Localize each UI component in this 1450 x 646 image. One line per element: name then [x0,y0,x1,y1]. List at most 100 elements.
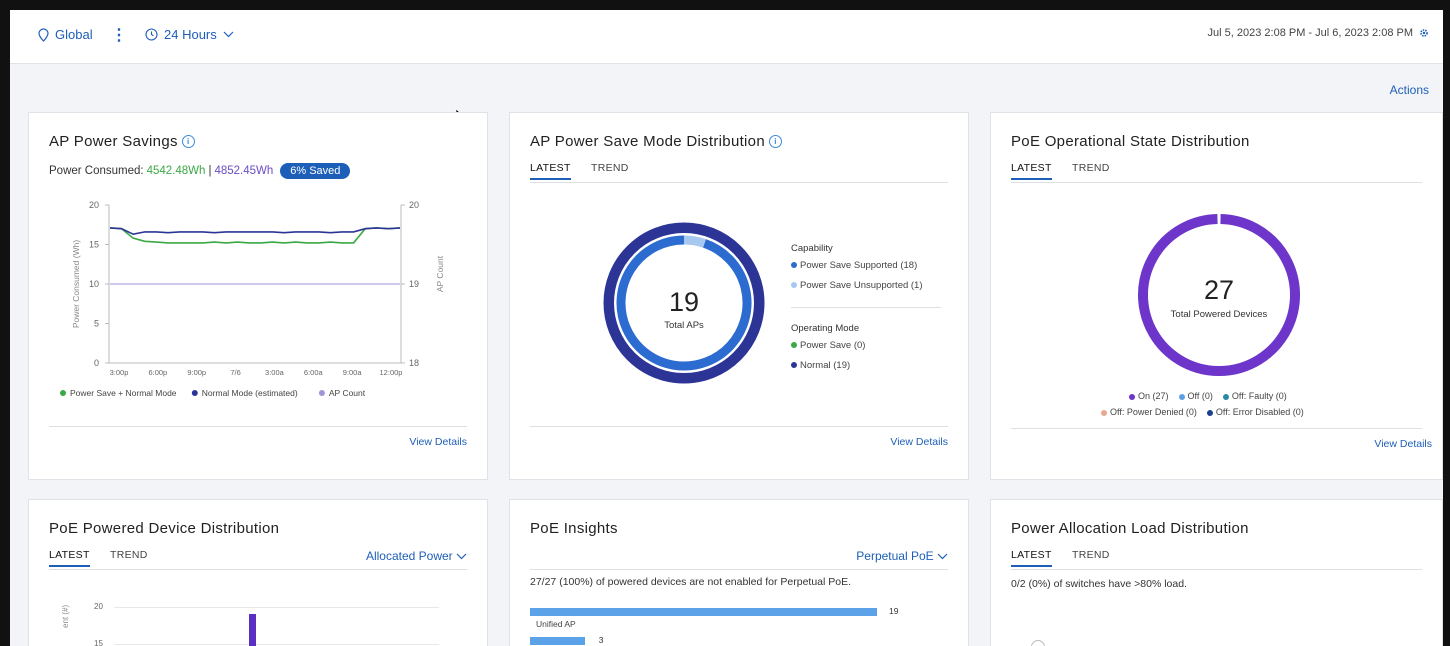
title-text: AP Power Savings [49,133,178,150]
bar-value: 19 [889,606,899,616]
poe-powered-device-card: PoE Powered Device Distribution LATEST T… [28,499,488,646]
legend-label: Off: Error Disabled (0) [1215,407,1304,417]
date-range-label: Jul 5, 2023 2:08 PM - Jul 6, 2023 2:08 P… [1207,27,1413,39]
y-tick-label: 10 [89,279,99,289]
tab-trend[interactable]: TREND [1072,549,1110,561]
donut-slice [683,235,706,248]
legend-item: Power Save Unsupported (1) [791,280,923,291]
loading-icon [1031,640,1045,646]
view-details-link[interactable]: View Details [890,436,948,448]
tab-trend[interactable]: TREND [110,549,148,561]
legend-dot [1101,409,1107,416]
view-details-link[interactable]: View Details [409,436,467,448]
series-line [109,227,401,244]
tab-bar: LATEST TREND [1011,549,1422,570]
operating-mode-legend: Operating Mode Power Save (0) Normal (19… [791,323,865,380]
poe-state-donut-chart: 27 Total Powered Devices [1138,214,1300,376]
legend-label: Power Save (0) [800,340,866,351]
card-divider [49,426,467,427]
info-icon[interactable]: i [181,135,195,148]
x-tick-label: 3:00a [265,368,285,377]
view-details-link[interactable]: View Details [1374,438,1432,450]
poe-legend-row-1: On (27) Off (0) Off: Faulty (0) [1129,391,1287,401]
title-text: PoE Insights [530,520,618,537]
location-selector[interactable]: Global [38,27,93,42]
dropdown-label: Perpetual PoE [856,549,934,563]
more-options-icon[interactable]: ⋮ [111,25,127,45]
legend-label: Normal (19) [800,360,851,371]
tab-latest[interactable]: LATEST [1011,549,1052,567]
separator: | [208,165,212,177]
power-consumed-value: 4542.48Wh [146,165,206,177]
tab-trend[interactable]: TREND [1072,162,1110,174]
title-text: AP Power Save Mode Distribution [530,133,765,150]
tab-trend[interactable]: TREND [591,162,629,174]
legend-dot [791,282,797,289]
ap-power-save-mode-card: AP Power Save Mode Distribution i LATEST… [509,112,969,480]
x-tick-label: 12:00p [380,368,403,377]
y-axis-label: Power Consumed (Wh) [71,240,81,329]
grid-line [114,644,439,645]
gear-icon [1420,29,1428,37]
bar-value: 3 [598,635,604,645]
clock-icon [145,28,158,41]
y2-tick-label: 19 [409,279,419,289]
card-divider [1011,428,1422,429]
ap-power-savings-card: AP Power Savings i Power Consumed: 4542.… [28,112,488,480]
card-title: Power Allocation Load Distribution [1011,520,1249,537]
tab-latest[interactable]: LATEST [530,162,571,180]
power-estimated-value: 4852.45Wh [214,165,274,177]
power-savings-line-chart: 0 5 10 15 20 18 19 20 3:00p 6:00p 9:00p 7/6 3:00a 6:0… [60,200,445,398]
legend-dot [1206,409,1213,416]
operating-heading: Operating Mode [791,323,860,334]
time-window-selector[interactable]: 24 Hours [145,27,234,42]
perpetual-poe-dropdown[interactable]: Perpetual PoE [856,549,948,563]
legend-item: Off: Faulty (0) [1222,391,1287,401]
ap-mode-donut-chart: 19 Total APs [603,222,765,384]
poe-insights-card: PoE Insights Perpetual PoE 27/27 (100%) … [509,499,969,646]
legend-dot [60,390,66,396]
card-divider [530,426,948,427]
power-consumed-summary: Power Consumed: 4542.48Wh | 4852.45Wh 6%… [49,163,351,179]
y-tick: 15 [94,639,103,646]
legend-dot [191,390,198,396]
power-consumed-label: Power Consumed: [49,165,144,177]
chevron-down-icon [937,553,948,560]
grid-line [114,607,439,608]
time-window-label: 24 Hours [164,27,217,42]
legend-item: On (27) [1129,391,1169,401]
perpetual-poe-description: 27/27 (100%) of powered devices are not … [530,576,852,588]
y-tick-label: 15 [89,240,99,250]
total-powered-value: 27 [1204,275,1234,305]
date-range-display[interactable]: Jul 5, 2023 2:08 PM - Jul 6, 2023 2:08 P… [1208,27,1429,39]
x-tick-label: 9:00p [187,368,206,377]
y-axis-label: ent (#) [61,604,70,628]
tab-latest[interactable]: LATEST [49,549,90,567]
legend-item: Off (0) [1178,391,1213,401]
location-pin-icon [38,27,49,42]
top-bar: Global ⋮ 24 Hours Jul 5, 2023 2:08 PM - … [10,10,1443,64]
tab-bar: LATEST TREND [1011,162,1422,183]
legend-item: Normal (19) [791,360,865,371]
bar [530,637,585,645]
allocated-power-dropdown[interactable]: Allocated Power [366,549,467,563]
actions-link[interactable]: Actions [1390,83,1429,97]
y-tick-label: 0 [94,358,99,368]
info-icon[interactable]: i [768,135,782,148]
x-tick-label: 3:00p [110,368,129,377]
legend-label: Normal Mode (estimated) [202,388,298,398]
title-text: PoE Operational State Distribution [1011,133,1250,150]
legend-label: Power Save + Normal Mode [70,388,177,398]
chevron-down-icon [223,31,234,38]
location-label: Global [55,27,93,42]
legend-label: Off: Power Denied (0) [1110,407,1197,417]
bar-label: Unified AP [536,619,576,629]
y-tick-label: 20 [89,200,99,210]
legend-label: Off (0) [1187,391,1213,401]
legend-label: AP Count [329,388,366,398]
y-tick: 20 [94,602,103,611]
unified-ap-bar [530,608,877,616]
poe-operational-state-card: PoE Operational State Distribution LATES… [990,112,1443,480]
tab-latest[interactable]: LATEST [1011,162,1052,180]
saved-badge: 6% Saved [280,163,351,179]
